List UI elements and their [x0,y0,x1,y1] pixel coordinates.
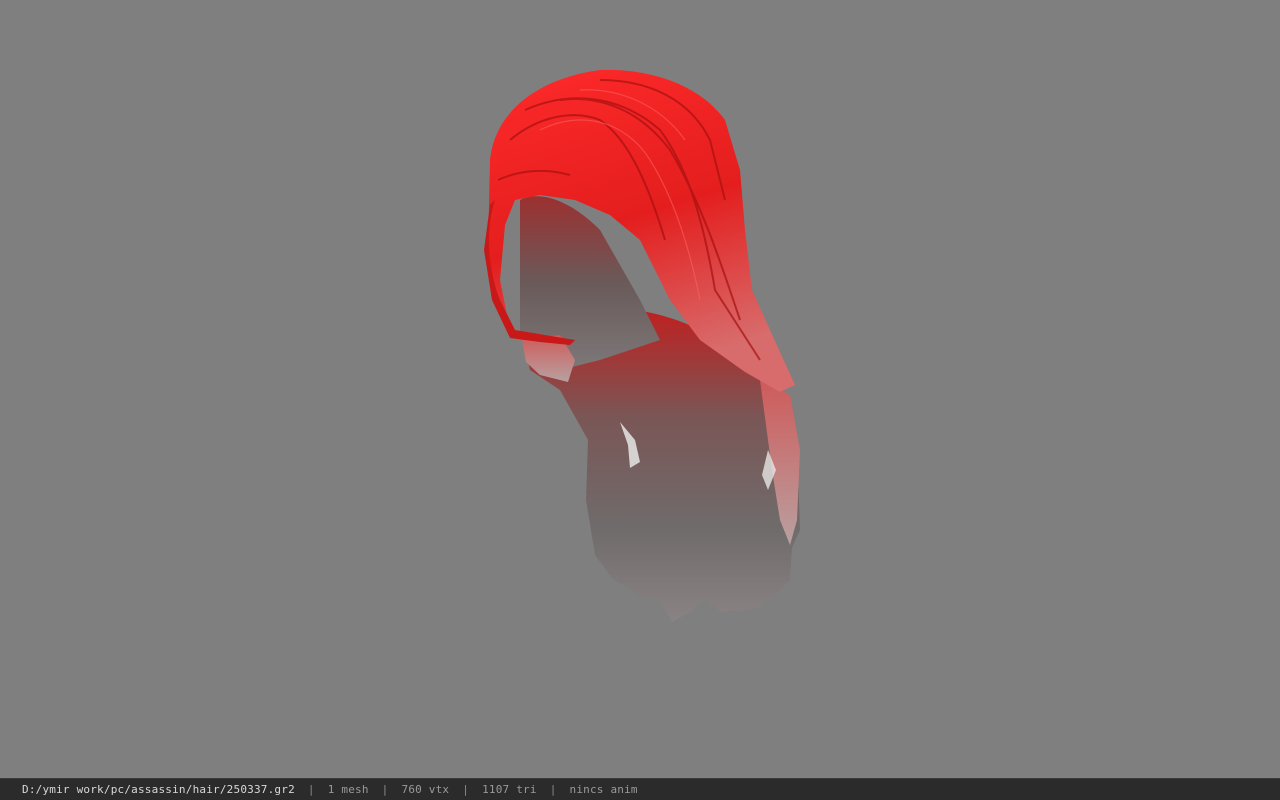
vertex-count: 760 vtx [401,783,450,796]
triangle-count: 1107 tri [482,783,537,796]
mesh-count: 1 mesh [327,783,369,796]
hair-model[interactable] [0,0,1280,778]
separator: | [381,783,389,796]
separator: | [307,783,315,796]
animation-status: nincs anim [569,783,638,796]
status-bar: D:/ymir work/pc/assassin/hair/250337.gr2… [0,778,1280,800]
separator: | [462,783,470,796]
separator: | [549,783,557,796]
3d-viewport[interactable] [0,0,1280,778]
file-path: D:/ymir work/pc/assassin/hair/250337.gr2 [22,783,295,796]
